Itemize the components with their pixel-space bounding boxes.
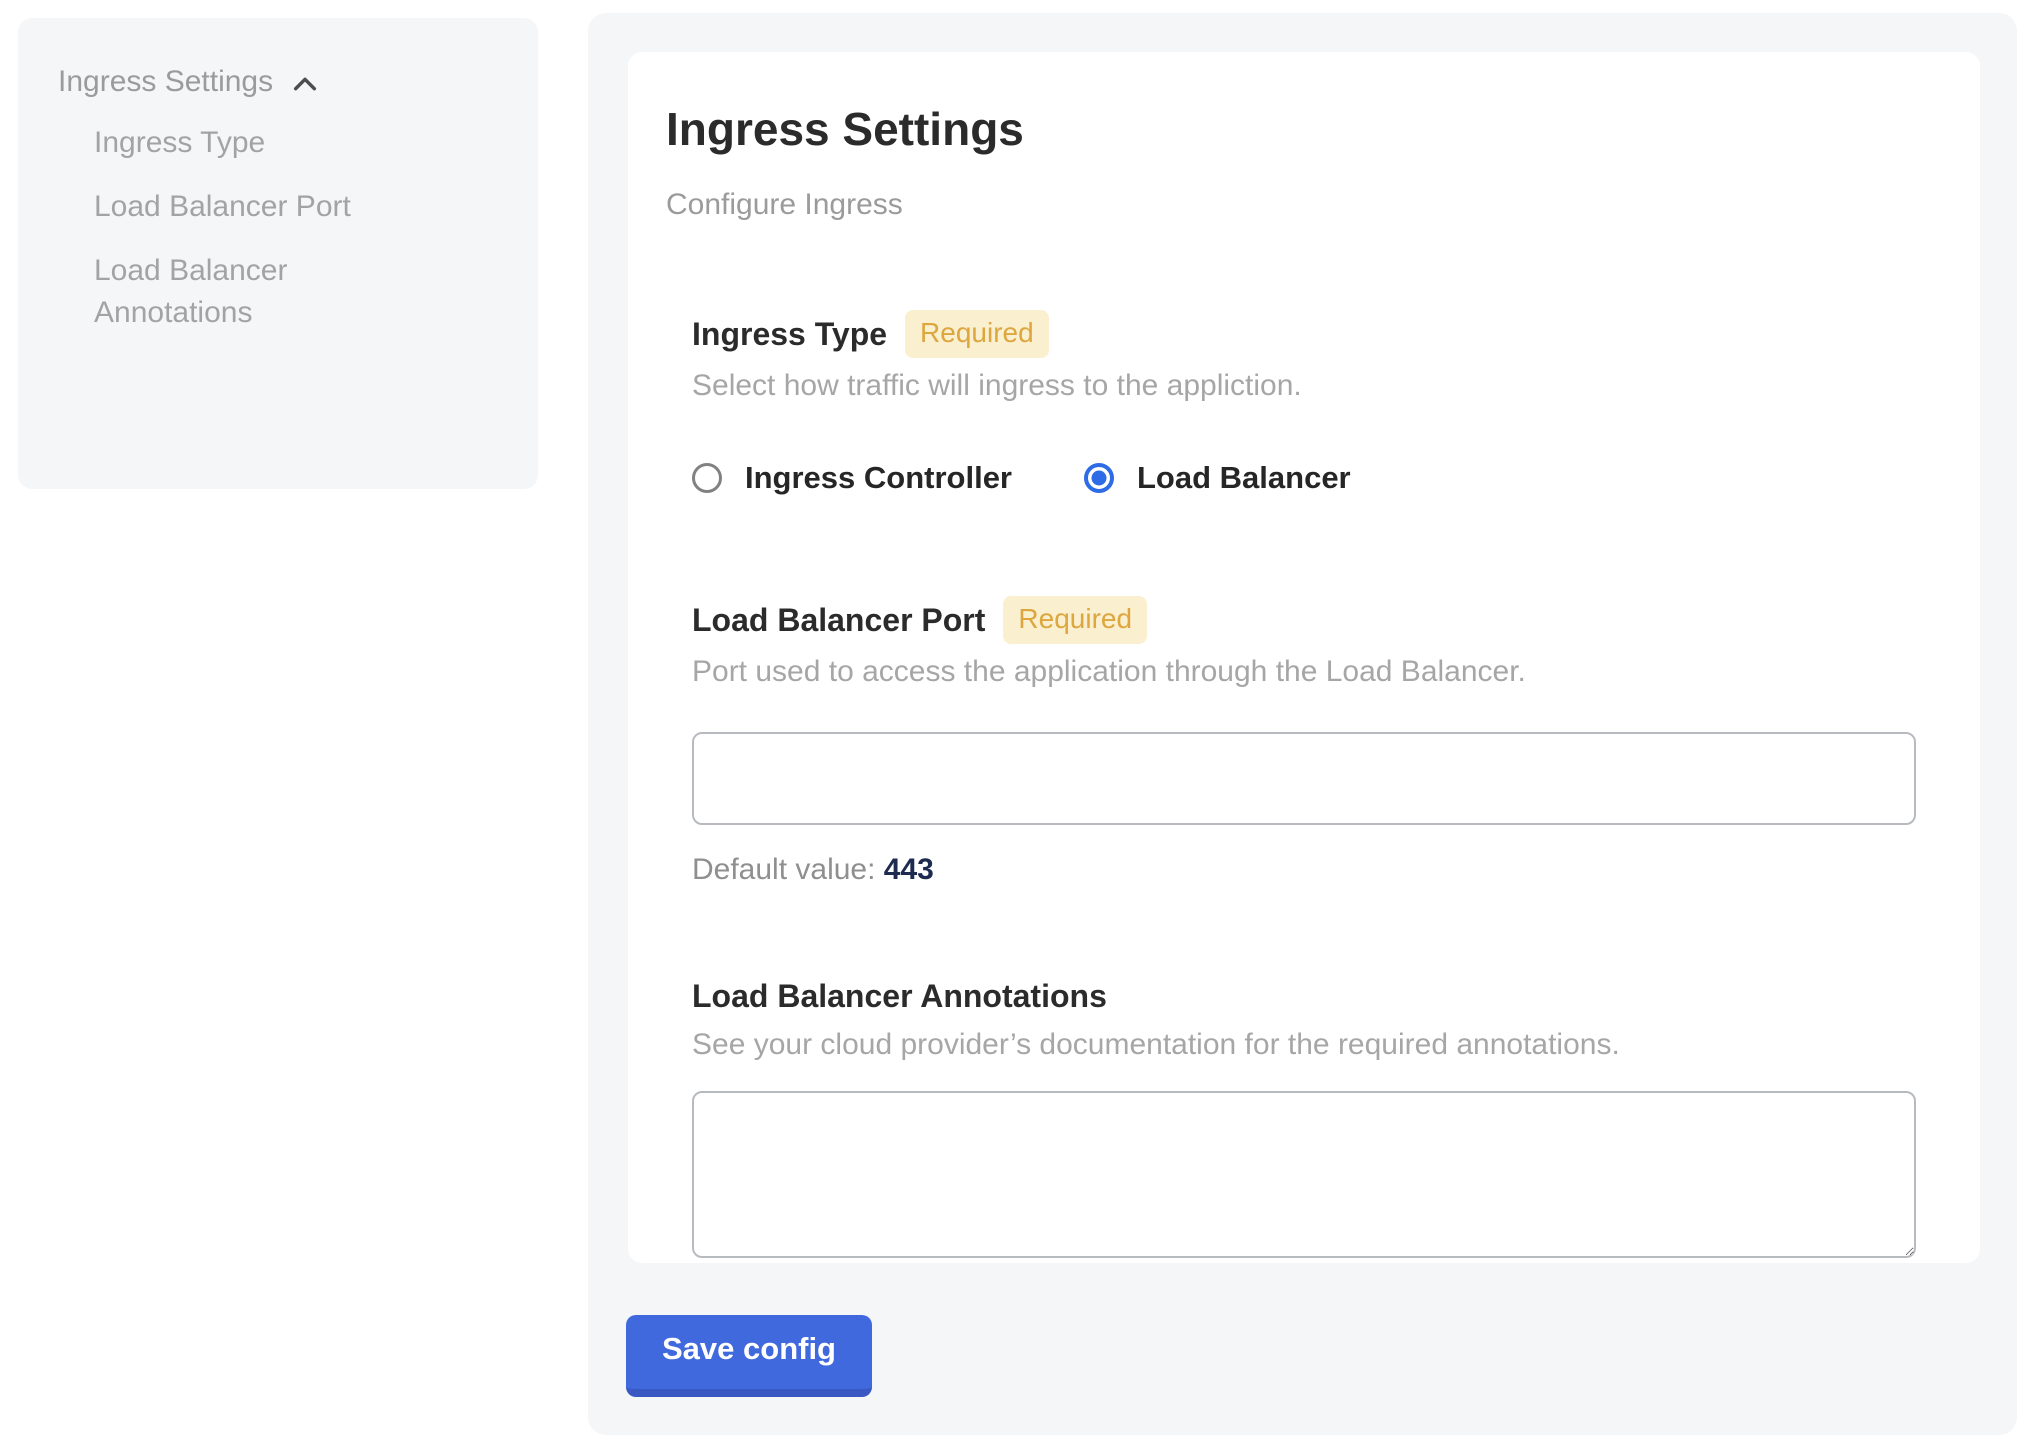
sidebar-group-label: Ingress Settings xyxy=(58,65,273,99)
radio-label-load-balancer: Load Balancer xyxy=(1137,460,1351,496)
radio-option-load-balancer[interactable]: Load Balancer xyxy=(1084,460,1351,496)
page-subtitle: Configure Ingress xyxy=(666,184,1940,226)
load-balancer-annotations-textarea[interactable] xyxy=(692,1091,1916,1258)
required-badge: Required xyxy=(905,310,1049,358)
lb-annotations-label-row: Load Balancer Annotations xyxy=(692,975,1916,1017)
radio-option-ingress-controller[interactable]: Ingress Controller xyxy=(692,460,1012,496)
lb-port-label-row: Load Balancer Port Required xyxy=(692,596,1916,644)
ingress-type-radio-group: Ingress Controller Load Balancer xyxy=(692,460,1916,496)
ingress-type-label-row: Ingress Type Required xyxy=(692,310,1916,358)
page-title: Ingress Settings xyxy=(666,102,1940,156)
form-sections: Ingress Type Required Select how traffic… xyxy=(692,310,1916,1258)
default-value-label: Default value: xyxy=(692,853,875,886)
main-panel: Ingress Settings Configure Ingress Ingre… xyxy=(588,13,2017,1435)
radio-checked-icon[interactable] xyxy=(1084,463,1114,493)
sidebar-group-ingress-settings[interactable]: Ingress Settings xyxy=(58,64,508,100)
chevron-up-icon xyxy=(289,68,321,100)
lb-annotations-label: Load Balancer Annotations xyxy=(692,975,1107,1017)
sidebar-item-load-balancer-annotations[interactable]: Load Balancer Annotations xyxy=(94,250,394,334)
settings-nav-sidebar: Ingress Settings Ingress Type Load Balan… xyxy=(18,18,538,489)
sidebar-item-ingress-type[interactable]: Ingress Type xyxy=(94,122,394,164)
section-load-balancer-port: Load Balancer Port Required Port used to… xyxy=(692,596,1916,887)
section-ingress-type: Ingress Type Required Select how traffic… xyxy=(692,310,1916,496)
lb-annotations-description: See your cloud provider’s documentation … xyxy=(692,1025,1916,1065)
save-config-button[interactable]: Save config xyxy=(626,1315,872,1397)
radio-label-ingress-controller: Ingress Controller xyxy=(745,460,1012,496)
section-load-balancer-annotations: Load Balancer Annotations See your cloud… xyxy=(692,975,1916,1258)
required-badge: Required xyxy=(1003,596,1147,644)
ingress-type-label: Ingress Type xyxy=(692,313,887,355)
radio-unchecked-icon[interactable] xyxy=(692,463,722,493)
sidebar-item-load-balancer-port[interactable]: Load Balancer Port xyxy=(94,186,394,228)
lb-port-description: Port used to access the application thro… xyxy=(692,652,1916,692)
ingress-type-description: Select how traffic will ingress to the a… xyxy=(692,366,1916,406)
lb-port-label: Load Balancer Port xyxy=(692,599,985,641)
load-balancer-port-input[interactable] xyxy=(692,732,1916,825)
default-value-number: 443 xyxy=(884,853,934,886)
default-value-line: Default value: 443 xyxy=(692,853,1916,887)
ingress-settings-card: Ingress Settings Configure Ingress Ingre… xyxy=(628,52,1980,1263)
